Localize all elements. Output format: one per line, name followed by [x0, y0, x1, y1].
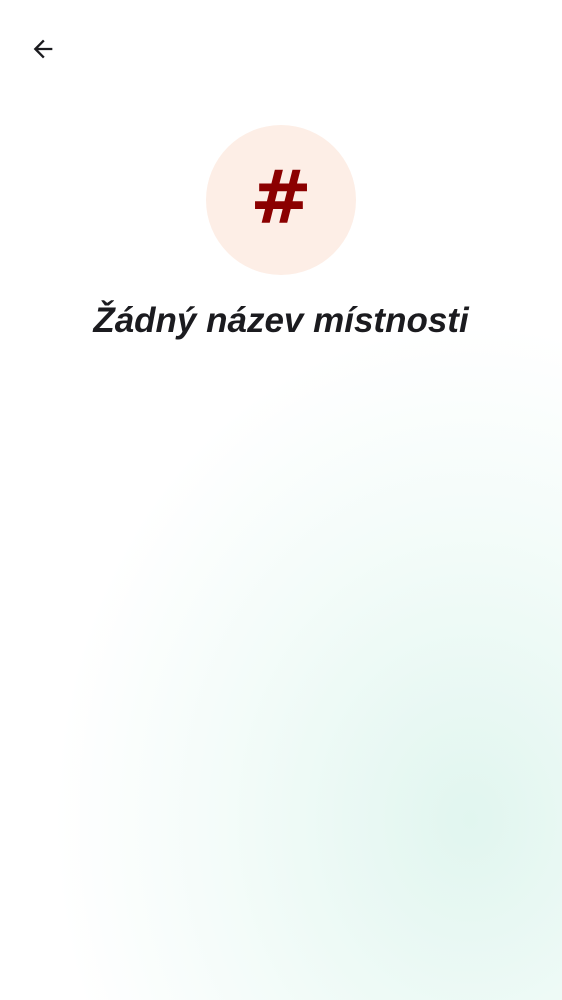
arrow-left-icon	[29, 35, 57, 68]
back-button[interactable]	[20, 28, 66, 74]
room-avatar-hash-icon: #	[249, 155, 312, 241]
top-app-bar	[0, 0, 562, 100]
room-title: Žádný název místnosti	[93, 301, 469, 340]
room-avatar: #	[206, 125, 356, 275]
